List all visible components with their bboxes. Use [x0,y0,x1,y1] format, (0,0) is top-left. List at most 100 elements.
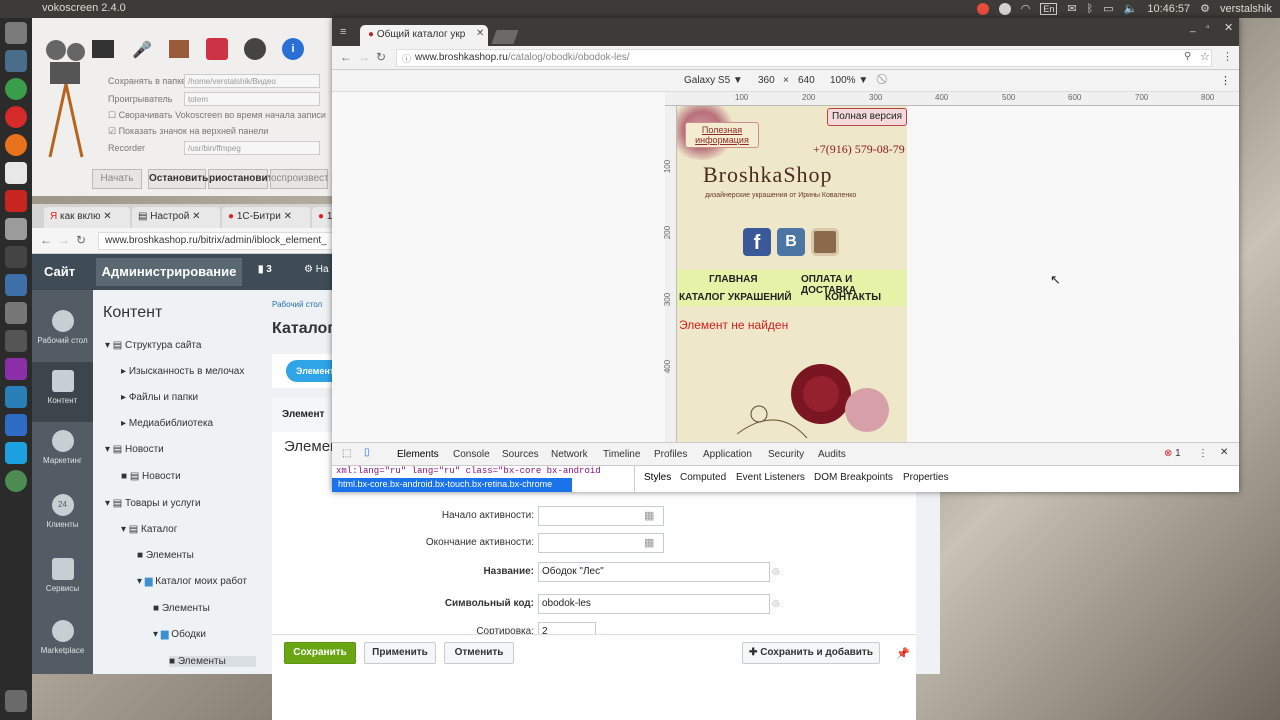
start-button[interactable]: Начать [92,169,142,189]
tree-item[interactable]: ■ ▤ Новости [121,471,181,482]
yandex-icon[interactable] [5,106,27,128]
tools-tab-icon[interactable] [206,38,228,60]
back-icon[interactable]: ← [340,50,352,64]
volume-icon[interactable]: 🔈 [1124,2,1138,15]
menu-clients[interactable]: 24 Клиенты [32,486,93,546]
subtab-properties[interactable]: Properties [903,472,949,483]
maximize-icon[interactable]: ▫ [1206,22,1210,33]
tree-item[interactable]: ▾ ▆ Каталог моих работ [137,576,247,587]
tab-security[interactable]: Security [768,449,804,460]
chrome-menu-icon[interactable]: ⋮ [1222,50,1233,63]
record-indicator-icon[interactable] [976,2,989,15]
subtab-dom-breakpoints[interactable]: DOM Breakpoints [814,472,893,483]
back-icon[interactable]: ← [40,233,52,247]
nav-home[interactable]: ГЛАВНАЯ [709,274,758,285]
sublime-icon[interactable] [5,246,27,268]
tab-network[interactable]: Network [551,449,588,460]
gear-icon[interactable]: ⚙ [1200,2,1210,15]
app-indicator-icon[interactable] [998,2,1011,15]
player-select[interactable] [184,92,320,106]
zoom-select[interactable]: 100% ▼ [830,75,868,86]
browser-tab[interactable]: Я как вклю ✕ [44,207,130,228]
trash-icon[interactable] [5,690,27,712]
bookmark-app-icon[interactable] [5,162,27,184]
tree-item[interactable]: ▾ ▤ Структура сайта [105,340,201,351]
translate-icon[interactable]: ◎ [772,598,780,609]
zoom-icon[interactable]: ⚲ [1184,51,1191,62]
pause-button[interactable]: риостановит [208,169,273,189]
mail-icon[interactable]: ✉ [1067,2,1076,15]
device-height[interactable]: 640 [798,75,815,86]
site-link[interactable]: Сайт [44,260,88,284]
info-tab-icon[interactable]: i [282,38,304,60]
reload-icon[interactable]: ↻ [76,233,86,247]
page-info-icon[interactable]: ⓘ [402,52,411,65]
user-name[interactable]: verstalshik [1220,3,1272,15]
forward-icon[interactable]: → [58,233,70,247]
screen-tab-icon[interactable] [92,40,114,58]
browser-tab[interactable]: ● 1С-Битри ✕ [222,207,310,228]
tree-item[interactable]: ▾ ▤ Новости [105,444,164,455]
dom-source-line[interactable]: xml:lang="ru" lang="ru" class="bx-core b… [332,466,632,478]
microphone-tab-icon[interactable]: 🎤 [132,40,152,59]
webcam-tab-icon[interactable] [244,38,266,60]
tree-item[interactable]: ▸ Медиабиблиотека [121,418,213,429]
tab-sources[interactable]: Sources [502,449,539,460]
name-input[interactable]: Ободок "Лес" [538,562,770,582]
tab-timeline[interactable]: Timeline [603,449,640,460]
url-input[interactable]: www.broshkashop.ru/bitrix/admin/iblock_e… [98,232,338,250]
cancel-button[interactable]: Отменить [444,642,514,664]
app-icon[interactable] [5,274,27,296]
save-and-add-button[interactable]: ✚ Сохранить и добавить [742,642,880,664]
network-app-icon[interactable] [5,386,27,408]
tab-elements[interactable]: Elements [397,449,439,460]
bluetooth-icon[interactable]: ᛒ [1087,3,1094,15]
instagram-icon[interactable] [811,228,839,256]
battery-icon[interactable]: ▭ [1103,2,1113,15]
url-input[interactable]: www.broshkashop.ru/catalog/obodki/obodok… [396,49,1212,67]
tab-element[interactable]: Элемент [272,398,332,432]
translate-icon[interactable]: ◎ [772,566,780,577]
elements-button[interactable]: Элемент [286,360,332,382]
apply-button[interactable]: Применить [364,642,436,664]
photo-app-icon[interactable] [5,302,27,324]
tab-profiles[interactable]: Profiles [654,449,687,460]
browser-tab[interactable]: ▤ Настрой ✕ [132,207,220,228]
tree-item[interactable]: ▾ ▤ Каталог [121,524,177,535]
play-button[interactable]: оспроизвест [270,169,329,189]
logo[interactable]: BroshkaShop [703,162,833,188]
full-version-button[interactable]: Полная версия [827,108,907,126]
menu-services[interactable]: Сервисы [32,550,93,610]
menu-marketplace[interactable]: Marketplace [32,612,93,672]
skype-icon[interactable] [5,442,27,464]
device-width[interactable]: 360 [758,75,775,86]
codec-tab-icon[interactable] [169,40,189,58]
save-folder-field[interactable] [184,74,320,88]
tree-item[interactable]: ▸ Изысканность в мелочах [121,366,244,377]
tree-item[interactable]: ■ Элементы [137,550,194,561]
settings-button[interactable]: ⚙ На [304,264,329,275]
chrome-icon[interactable] [5,78,27,100]
keyboard-lang[interactable]: En [1040,2,1058,15]
error-count[interactable]: ⊗ 1 [1164,448,1181,459]
tab-audits[interactable]: Audits [818,449,846,460]
menu-desktop[interactable]: Рабочий стол [32,302,93,362]
subtab-computed[interactable]: Computed [680,472,726,483]
phpstorm-icon[interactable] [5,358,27,380]
recorder-field[interactable] [184,141,320,155]
menu-marketing[interactable]: Маркетинг [32,422,93,482]
device-select[interactable]: Galaxy S5 ▼ [684,75,743,86]
tree-item-active[interactable]: ■ Элементы [169,656,256,667]
useful-info-link[interactable]: Полезная информация [685,122,759,148]
subtab-event-listeners[interactable]: Event Listeners [736,472,805,483]
files-icon[interactable] [5,218,27,240]
writer-icon[interactable] [5,414,27,436]
menu-icon[interactable]: ≡ [340,26,346,38]
dom-breadcrumb[interactable]: html.bx-core.bx-android.bx-touch.bx-reti… [332,478,572,492]
tree-item[interactable]: ▸ Файлы и папки [121,392,198,403]
subtab-styles[interactable]: Styles [644,472,671,483]
devtools-menu-icon[interactable]: ⋮ [1198,448,1208,459]
nav-contacts[interactable]: КОНТАКТЫ [825,292,881,303]
tree-item[interactable]: ■ Элементы [153,603,210,614]
facebook-icon[interactable]: f [743,228,771,256]
